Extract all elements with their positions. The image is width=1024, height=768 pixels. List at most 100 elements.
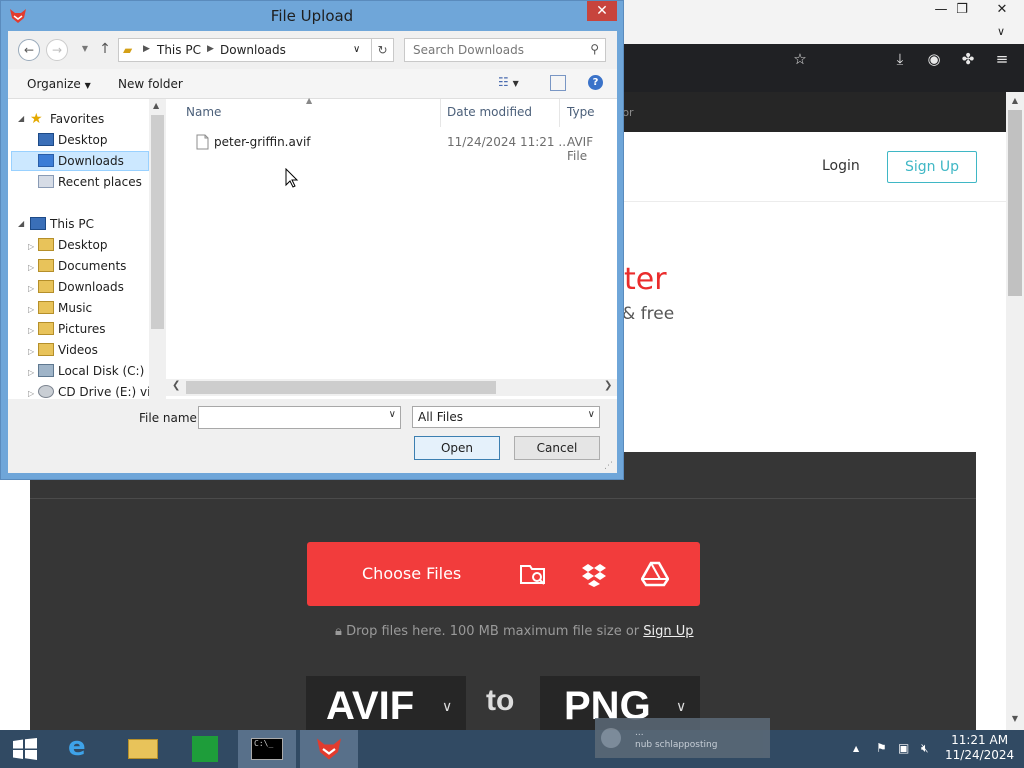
dropbox-icon[interactable] xyxy=(580,560,608,588)
star-icon: ★ xyxy=(30,111,43,127)
tree-item-local-disk[interactable]: ▷ Local Disk (C:) xyxy=(28,361,144,381)
collapsed-triangle-icon[interactable]: ▷ xyxy=(28,263,34,272)
file-row[interactable]: peter-griffin.avif 11/24/2024 11:21 ... … xyxy=(186,133,616,163)
preview-pane-icon[interactable] xyxy=(550,75,566,91)
file-explorer-button[interactable] xyxy=(114,730,172,768)
show-hidden-icons-icon[interactable]: ▲ xyxy=(853,744,859,753)
command-prompt-button[interactable]: C:\_ xyxy=(238,730,296,768)
resize-grip-icon[interactable]: ⋰ xyxy=(604,461,613,471)
help-icon[interactable]: ? xyxy=(588,75,603,90)
tree-item-videos[interactable]: ▷ Videos xyxy=(28,340,98,360)
file-type: AVIF File xyxy=(567,135,594,163)
tree-item-cd-drive[interactable]: ▷ CD Drive (E:) virti xyxy=(28,382,163,399)
desktop-icon xyxy=(38,133,54,146)
tree-item-desktop[interactable]: Desktop xyxy=(38,130,108,150)
collapsed-triangle-icon[interactable]: ▷ xyxy=(28,368,34,377)
tree-item-downloads[interactable]: Downloads xyxy=(38,151,124,171)
collapsed-triangle-icon[interactable]: ▷ xyxy=(28,326,34,335)
collapsed-triangle-icon[interactable]: ▷ xyxy=(28,347,34,356)
search-input[interactable]: Search Downloads ⚲ xyxy=(404,38,606,62)
signup-button[interactable]: Sign Up xyxy=(887,151,977,183)
navigation-scrollbar[interactable]: ▲ xyxy=(149,99,166,399)
open-button[interactable]: Open xyxy=(414,436,500,460)
address-bar[interactable]: ▰ ▶ This PC ▶ Downloads ∨ xyxy=(118,38,372,62)
collapsed-triangle-icon[interactable]: ▷ xyxy=(28,284,34,293)
store-button[interactable] xyxy=(176,730,234,768)
browser-taskbar-button[interactable] xyxy=(300,730,358,768)
tree-item-pictures[interactable]: ▷ Pictures xyxy=(28,319,106,339)
page-scrollbar[interactable]: ▲ ▼ xyxy=(1006,92,1024,730)
back-arrow-icon[interactable]: ← xyxy=(18,39,40,61)
tree-item-documents[interactable]: ▷ Documents xyxy=(28,256,126,276)
tree-item-downloads-pc[interactable]: ▷ Downloads xyxy=(28,277,124,297)
from-format-label: AVIF xyxy=(326,684,415,728)
chevron-down-icon[interactable]: ∨ xyxy=(353,44,360,55)
tree-label: Favorites xyxy=(50,112,105,126)
bookmark-star-icon[interactable]: ☆ xyxy=(790,49,810,69)
scroll-up-icon[interactable]: ▲ xyxy=(153,101,159,110)
up-arrow-icon[interactable]: ↑ xyxy=(94,39,116,61)
login-link[interactable]: Login xyxy=(822,158,860,174)
file-name-input[interactable]: ∨ xyxy=(198,406,401,429)
action-center-flag-icon[interactable]: ⚑ xyxy=(876,741,887,755)
new-folder-button[interactable]: New folder xyxy=(118,77,183,91)
scroll-right-icon[interactable]: ❯ xyxy=(604,380,612,391)
collapsed-triangle-icon[interactable]: ▷ xyxy=(28,305,34,314)
change-view-icon[interactable]: ☷ ▼ xyxy=(498,75,519,89)
column-type[interactable]: Type xyxy=(567,105,595,119)
recent-locations-icon[interactable]: ▼ xyxy=(74,39,96,61)
forward-arrow-icon[interactable]: → xyxy=(46,39,68,61)
scrollbar-thumb[interactable] xyxy=(186,381,496,394)
app-fox-icon xyxy=(317,738,341,760)
scroll-left-icon[interactable]: ❮ xyxy=(172,380,180,391)
expanded-triangle-icon[interactable]: ◢ xyxy=(18,109,24,129)
scrollbar-thumb[interactable] xyxy=(1008,110,1022,296)
taskbar: e C:\_ ... nub schlapposting ▲ ⚑ ▣ 🔇︎ 11… xyxy=(0,718,1024,768)
refresh-icon[interactable]: ↻ xyxy=(372,38,394,62)
expanded-triangle-icon[interactable]: ◢ xyxy=(18,214,24,234)
profile-icon[interactable]: ◉ xyxy=(924,49,944,69)
column-date-modified[interactable]: Date modified xyxy=(447,105,532,119)
notification-toast[interactable]: ... nub schlapposting xyxy=(595,718,770,758)
scrollbar-thumb[interactable] xyxy=(151,115,164,329)
file-icon xyxy=(196,134,209,150)
chevron-down-icon[interactable]: ∨ xyxy=(389,409,396,420)
volume-muted-icon[interactable]: 🔇︎ xyxy=(921,741,929,756)
file-type-filter-value: All Files xyxy=(418,410,464,424)
start-button[interactable] xyxy=(0,730,58,768)
restore-button[interactable]: ❐ xyxy=(942,0,982,20)
tree-item-music[interactable]: ▷ Music xyxy=(28,298,92,318)
download-icon[interactable]: ⤓ xyxy=(890,49,910,69)
file-type-filter[interactable]: All Files ∨ xyxy=(412,406,600,428)
from-format-select[interactable]: AVIF ∨ xyxy=(306,676,466,736)
organize-button[interactable]: Organize ▼ xyxy=(27,77,91,91)
network-icon[interactable]: ▣ xyxy=(898,741,909,755)
column-divider[interactable] xyxy=(440,99,441,127)
column-divider[interactable] xyxy=(559,99,560,127)
breadcrumb-separator: ▶ xyxy=(143,44,150,54)
tree-item-desktop-pc[interactable]: ▷ Desktop xyxy=(28,235,107,255)
extensions-icon[interactable]: ✤ xyxy=(958,49,978,69)
folder-icon xyxy=(37,280,54,293)
drop-signup-link[interactable]: Sign Up xyxy=(643,624,693,639)
collapsed-triangle-icon[interactable]: ▷ xyxy=(28,242,34,251)
google-drive-icon[interactable] xyxy=(641,560,669,588)
internet-explorer-button[interactable]: e xyxy=(54,730,112,768)
cancel-button[interactable]: Cancel xyxy=(514,436,600,460)
folder-search-icon[interactable] xyxy=(519,560,547,588)
tab-list-button[interactable]: ∨ xyxy=(981,22,1021,42)
choose-files-button[interactable]: Choose Files xyxy=(307,542,700,606)
breadcrumb-this-pc[interactable]: This PC xyxy=(157,43,201,57)
dialog-close-button[interactable]: ✕ xyxy=(587,1,617,21)
menu-icon[interactable]: ≡ xyxy=(992,49,1012,69)
file-list-scrollbar[interactable]: ❮ ❯ xyxy=(166,379,617,396)
collapsed-triangle-icon[interactable]: ▷ xyxy=(28,389,34,398)
scroll-up-icon[interactable]: ▲ xyxy=(1006,96,1024,105)
tree-item-recent-places[interactable]: Recent places xyxy=(38,172,142,192)
clock[interactable]: 11:21 AM 11/24/2024 xyxy=(945,733,1014,763)
notification-text: nub schlapposting xyxy=(635,740,718,750)
column-name[interactable]: Name xyxy=(186,105,221,119)
scroll-down-icon[interactable]: ▼ xyxy=(1006,714,1024,723)
breadcrumb-downloads[interactable]: Downloads xyxy=(220,43,286,57)
close-browser-button[interactable]: ✕ xyxy=(982,0,1022,20)
